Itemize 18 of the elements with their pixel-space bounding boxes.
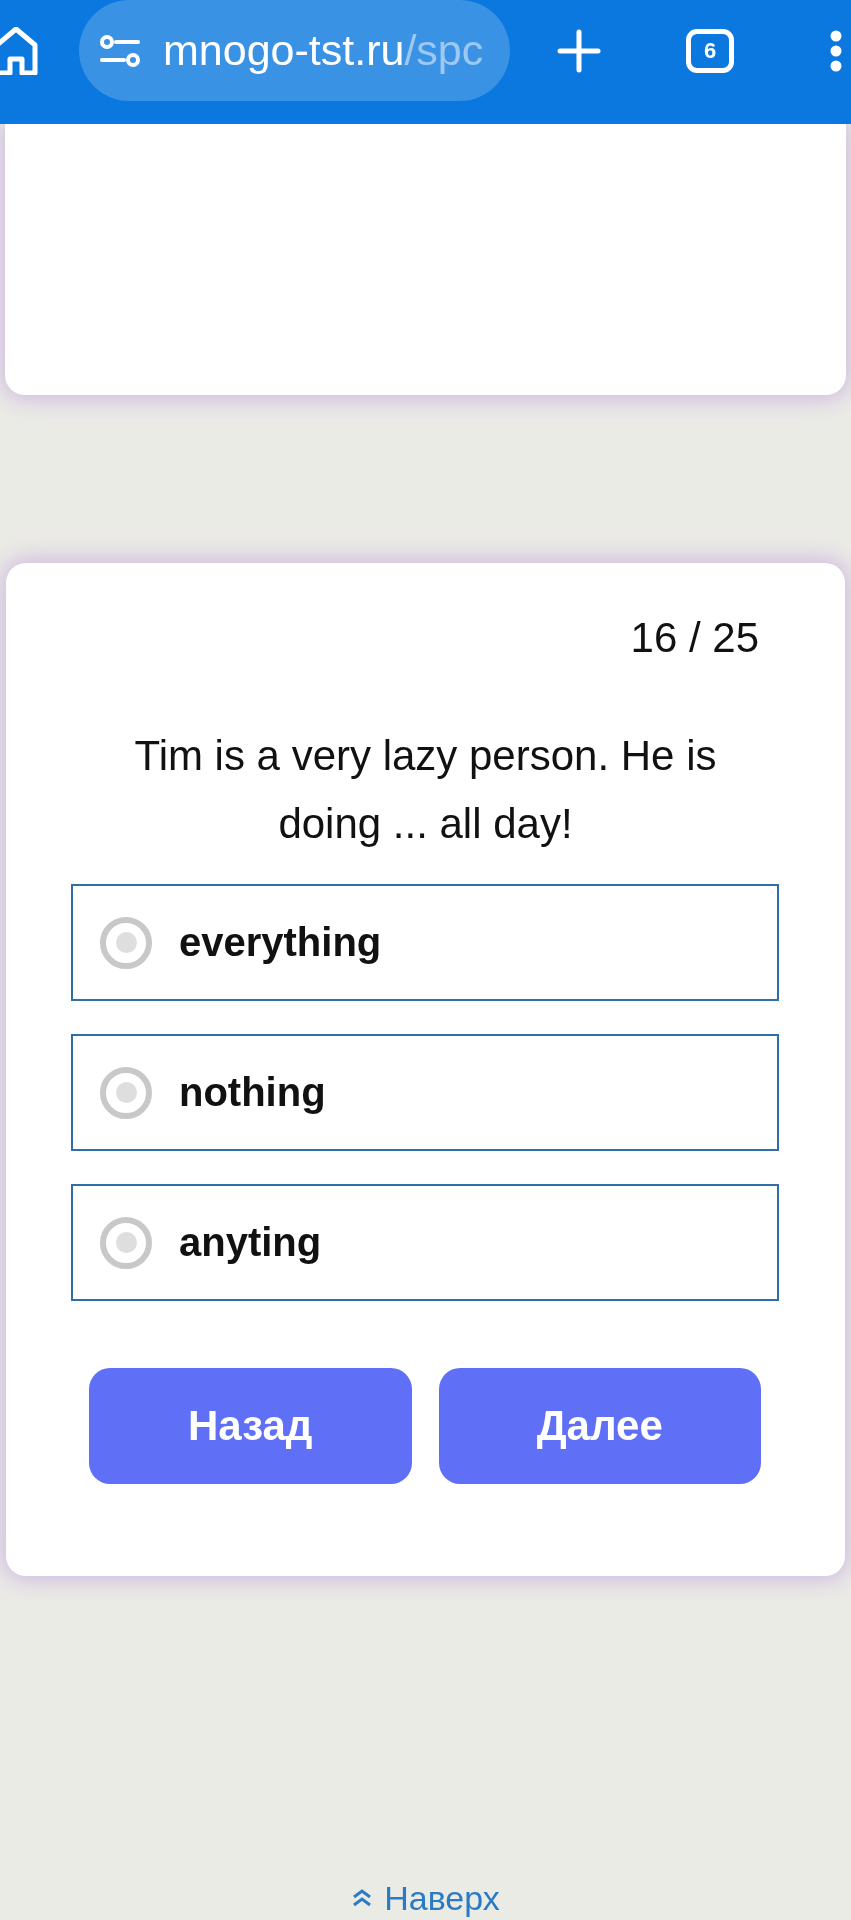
url-text: mnogo-tst.ru/spc [163,24,484,76]
radio-button[interactable] [100,1066,152,1119]
sliders-icon[interactable] [100,34,140,67]
radio-button[interactable] [100,916,152,969]
plus-icon[interactable] [557,28,601,73]
answer-option[interactable]: anyting [71,1184,779,1301]
back-to-top-link[interactable]: Наверх [351,1878,500,1918]
address-bar[interactable]: mnogo-tst.ru/spc [79,0,510,101]
radio-button[interactable] [100,1216,152,1269]
answer-option[interactable]: everything [71,884,779,1001]
answer-option[interactable]: nothing [71,1034,779,1151]
next-button[interactable]: Далее [438,1368,761,1484]
question-text: Tim is a very lazy person. He is doing ... all day! [133,731,718,849]
home-icon[interactable] [0,26,38,75]
question-counter: 16 / 25 [630,613,759,663]
menu-icon[interactable] [830,29,842,72]
tab-count-button[interactable]: 6 [686,28,734,73]
back-button[interactable]: Назад [89,1368,412,1484]
